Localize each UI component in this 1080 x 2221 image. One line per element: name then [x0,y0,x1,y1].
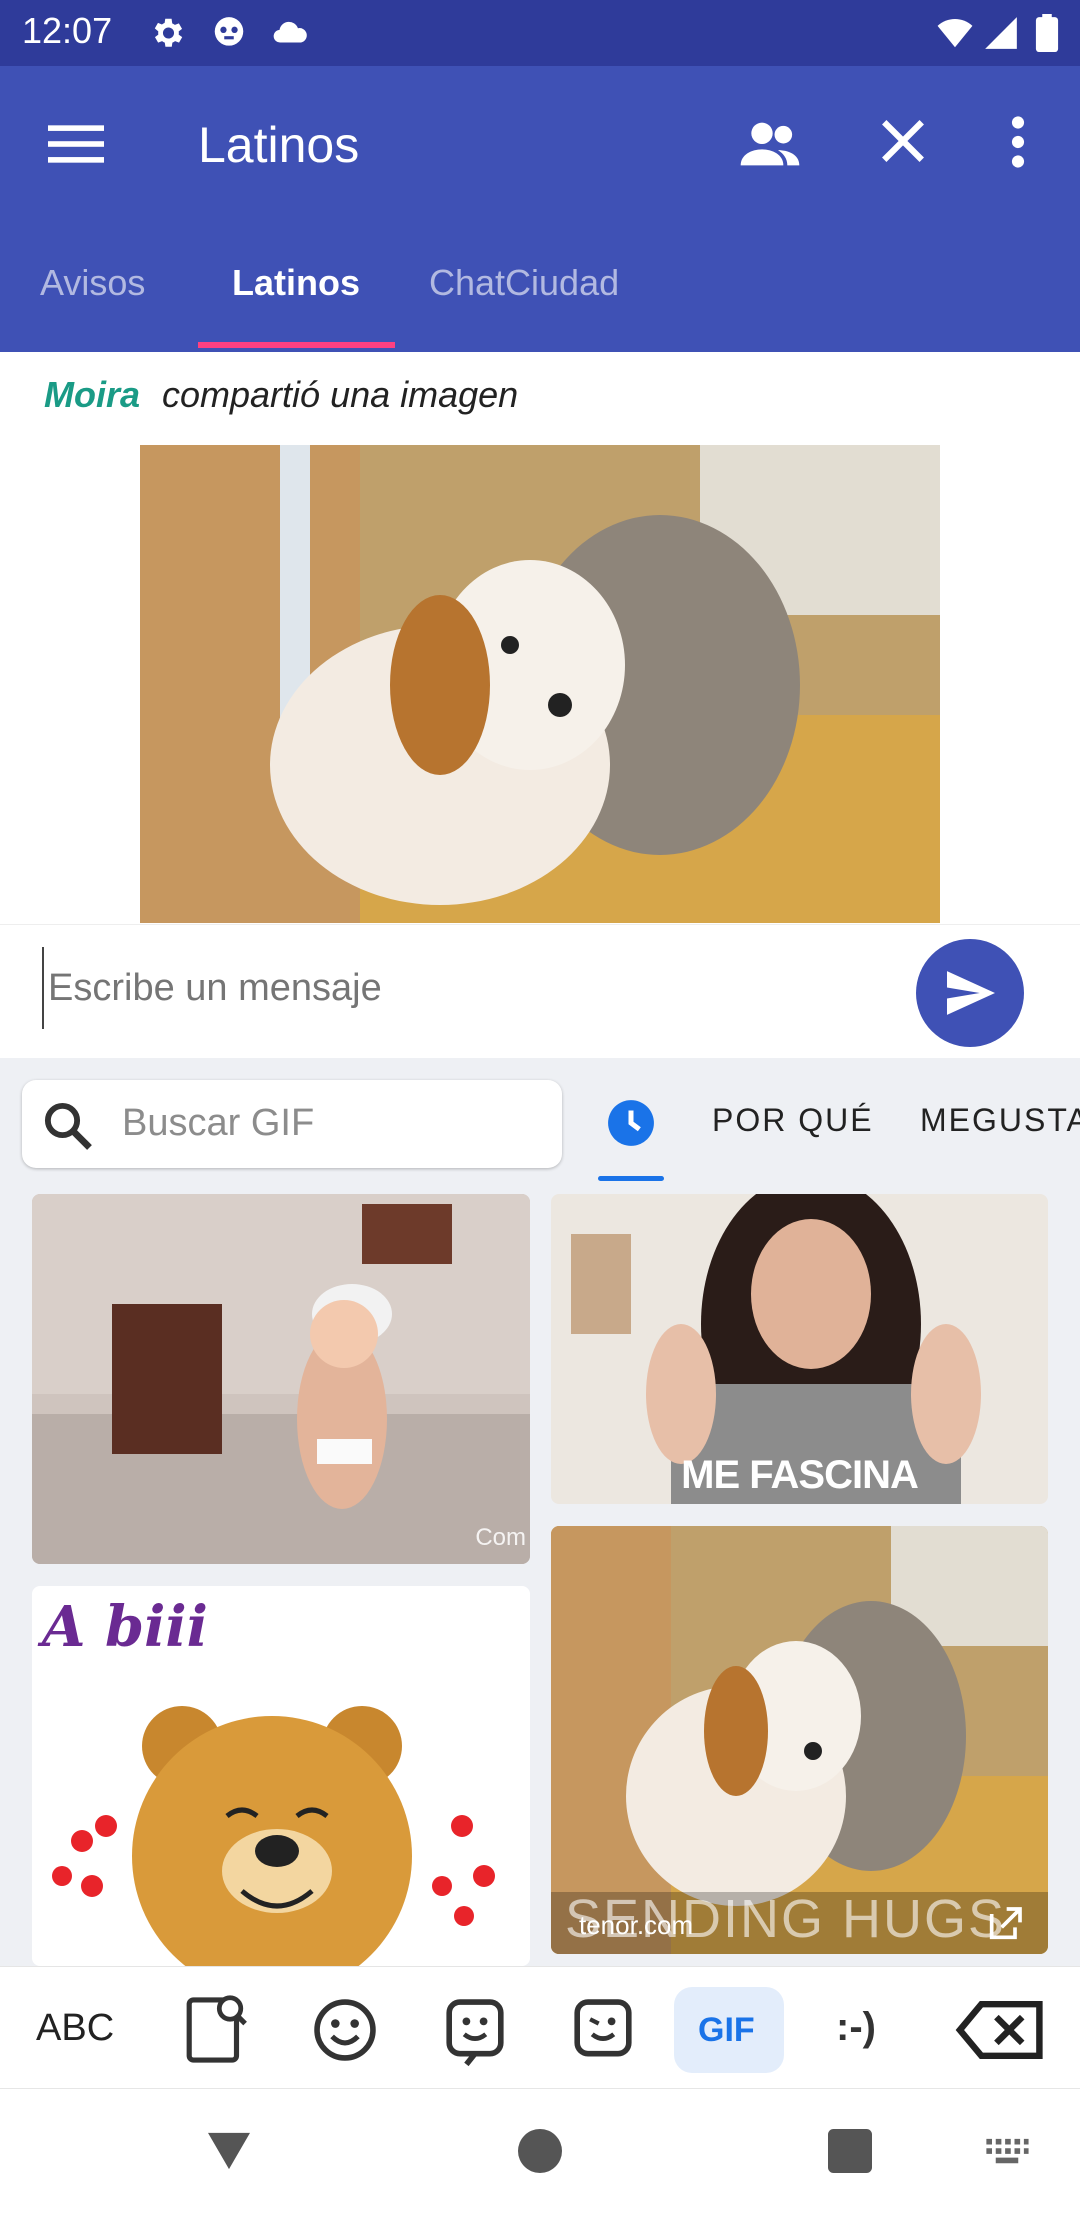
gif-watermark: Com [475,1524,526,1551]
active-tab-indicator [198,342,395,348]
gif-tile[interactable]: A biii [32,1586,530,1966]
status-time: 12:07 [22,10,113,51]
more-options-icon[interactable] [1004,116,1032,168]
sticker-icon[interactable] [420,1987,530,2073]
recents-icon[interactable] [828,2129,872,2173]
wifi-icon [937,18,973,48]
back-icon[interactable] [206,2129,252,2171]
tab-chatciudad[interactable]: ChatCiudad [429,262,619,304]
emoji-icon[interactable] [290,1987,400,2073]
recent-clock-icon[interactable] [606,1098,656,1148]
open-external-icon[interactable] [983,1904,1027,1944]
gif-panel: Buscar GIF POR QUÉ MEGUSTA Com ME FASCIN… [0,1058,1080,1966]
emoticon-key[interactable]: :-) [836,2005,876,2050]
search-icon [44,1102,92,1150]
active-category-indicator [598,1176,664,1181]
bitmoji-icon[interactable] [548,1987,658,2073]
cloud-icon [273,21,307,43]
bear-illustration [52,1706,495,1966]
system-nav-bar [0,2088,1080,2221]
backspace-icon[interactable] [950,1987,1060,2073]
gif-search-placeholder: Buscar GIF [122,1102,315,1144]
send-button[interactable] [916,939,1024,1047]
keyboard-switch-icon[interactable] [984,2137,1030,2167]
messenger-icon [214,17,244,46]
message-input[interactable] [42,947,870,1029]
gif-key[interactable]: GIF [674,1987,784,2073]
message-composer [0,924,1080,1059]
tab-avisos[interactable]: Avisos [40,262,145,304]
gif-key-label: GIF [698,2011,755,2049]
message-text: compartió una imagen [162,374,519,415]
battery-icon [1035,14,1059,52]
clipboard-search-icon[interactable] [160,1987,270,2073]
close-icon[interactable] [878,116,928,166]
members-icon[interactable] [738,116,802,172]
menu-icon[interactable] [48,122,104,166]
settings-icon [154,18,183,47]
category-megusta[interactable]: MEGUSTA [920,1102,1080,1139]
gif-search-box[interactable]: Buscar GIF [22,1080,562,1168]
gif-caption: ME FASCINA [681,1453,919,1497]
gif-tile[interactable]: Com [32,1194,530,1564]
category-megusta-clip: MEGUSTA [918,1088,1080,1148]
category-por-que[interactable]: POR QUÉ [712,1102,874,1139]
gif-tile[interactable]: SENDING HUGS tenor.com [551,1526,1048,1954]
gif-source: tenor.com [579,1910,694,1940]
keyboard-toolbar: ABC GIF :-) [0,1966,1080,2089]
send-icon [947,971,995,1015]
home-icon[interactable] [518,2129,562,2173]
gif-tile[interactable]: ME FASCINA [551,1194,1048,1504]
page-title: Latinos [198,117,360,173]
tab-latinos[interactable]: Latinos [232,262,360,304]
signal-icon [985,17,1017,49]
abc-key[interactable]: ABC [36,2007,114,2050]
message-author[interactable]: Moira [44,374,140,416]
status-bar: 12:07 [0,0,1080,66]
app-bar: Latinos Avisos Latinos ChatCiudad [0,66,1080,352]
shared-image[interactable] [140,445,940,923]
